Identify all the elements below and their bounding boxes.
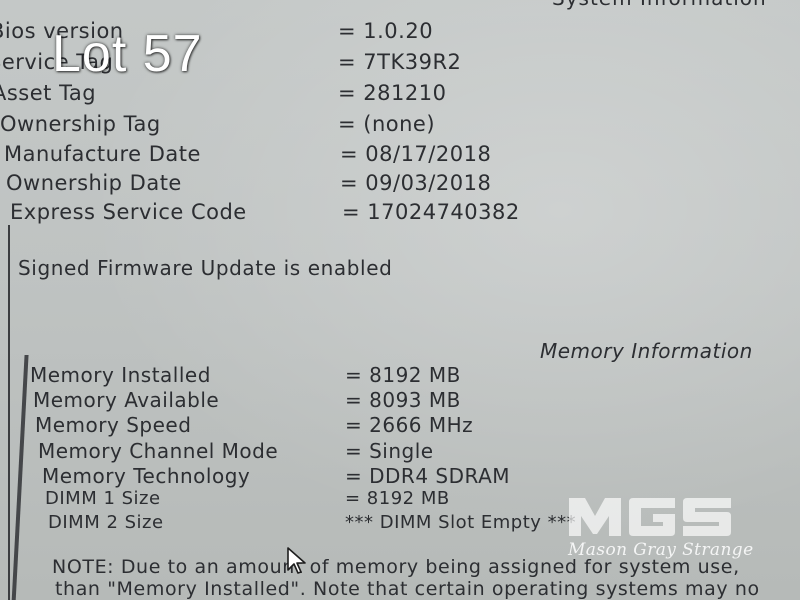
mgs-watermark-tagline: Mason Gray Strange xyxy=(568,540,754,560)
screen-frame-line xyxy=(8,225,10,600)
lot-number-label: Lot 57 xyxy=(52,25,203,83)
row-value: = 8192 MB xyxy=(345,488,450,509)
mouse-pointer-icon xyxy=(287,547,306,574)
row-value: = 2666 MHz xyxy=(345,413,474,437)
row-value: = 8093 MB xyxy=(345,388,461,412)
row-label: Memory Available xyxy=(33,388,220,412)
system-information-header: System Information xyxy=(552,0,767,10)
row-label: Ownership Date xyxy=(6,171,182,195)
row-value: = (none) xyxy=(338,112,436,136)
row-label: Ownership Tag xyxy=(0,112,161,136)
row-value: = 09/03/2018 xyxy=(340,171,492,195)
mgs-watermark-logo xyxy=(569,498,731,536)
row-label: Memory Channel Mode xyxy=(38,439,279,463)
bios-screen-photo: System Information Bios version = 1.0.20… xyxy=(0,0,800,600)
row-value: = 17024740382 xyxy=(342,200,520,224)
row-label: Memory Speed xyxy=(35,413,192,437)
row-label: Asset Tag xyxy=(0,81,97,105)
row-value: = 8192 MB xyxy=(345,363,461,387)
row-value: = 7TK39R2 xyxy=(338,50,462,74)
memory-information-header: Memory Information xyxy=(540,339,753,363)
memory-note-line-2: than "Memory Installed". Note that certa… xyxy=(55,578,760,600)
row-value: = 281210 xyxy=(338,81,447,105)
row-value: *** DIMM Slot Empty *** xyxy=(345,512,577,533)
row-value: = Single xyxy=(345,439,434,463)
screen-frame-line-lower xyxy=(11,355,29,600)
row-label: DIMM 1 Size xyxy=(45,488,161,509)
row-label: Memory Technology xyxy=(42,464,251,488)
row-value: = DDR4 SDRAM xyxy=(345,464,511,488)
row-label: Manufacture Date xyxy=(4,142,201,166)
row-label: Express Service Code xyxy=(10,200,247,224)
row-value: = 08/17/2018 xyxy=(340,142,492,166)
signed-firmware-status: Signed Firmware Update is enabled xyxy=(18,256,393,280)
row-value: = 1.0.20 xyxy=(338,19,434,43)
row-label: DIMM 2 Size xyxy=(48,512,164,533)
row-label: Memory Installed xyxy=(30,363,211,387)
